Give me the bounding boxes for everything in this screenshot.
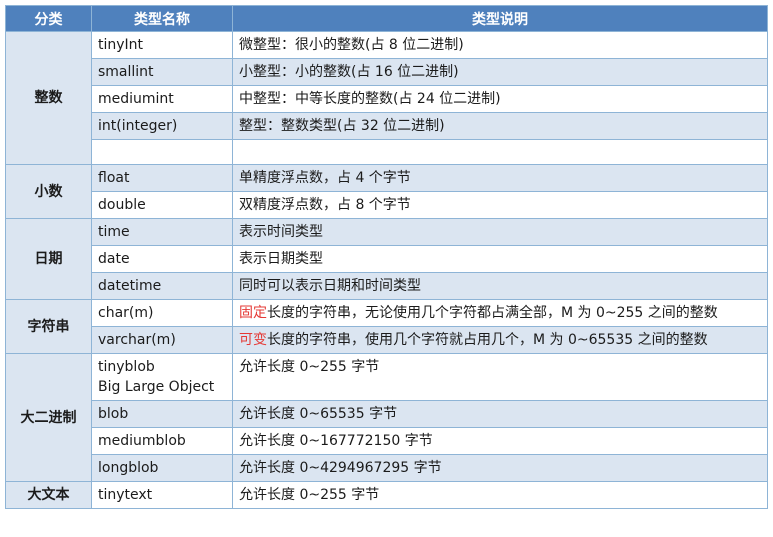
- type-desc: 允许长度 0~4294967295 字节: [232, 454, 768, 482]
- type-name: blob: [91, 400, 233, 428]
- highlight-text: 固定: [239, 305, 267, 321]
- type-desc: 小整型：小的整数(占 16 位二进制): [232, 58, 768, 86]
- table-row: mediumblob 允许长度 0~167772150 字节: [6, 427, 768, 455]
- type-name: time: [91, 218, 233, 246]
- type-desc: 整型：整数类型(占 32 位二进制): [232, 112, 768, 140]
- type-name-line2: Big Large Object: [98, 379, 215, 395]
- category-cell: 字符串: [5, 299, 92, 354]
- type-desc: 表示日期类型: [232, 245, 768, 273]
- table-row: [6, 139, 768, 165]
- type-name: mediumint: [91, 85, 233, 113]
- type-name: smallint: [91, 58, 233, 86]
- table-row: double 双精度浮点数，占 8 个字节: [6, 191, 768, 219]
- type-desc: 双精度浮点数，占 8 个字节: [232, 191, 768, 219]
- table-row: longblob 允许长度 0~4294967295 字节: [6, 454, 768, 482]
- type-desc: 表示时间类型: [232, 218, 768, 246]
- table-row: mediumint 中整型：中等长度的整数(占 24 位二进制): [6, 85, 768, 113]
- type-name: longblob: [91, 454, 233, 482]
- type-desc: [232, 139, 768, 165]
- header-category: 分类: [5, 5, 92, 32]
- table-row: 日期 time 表示时间类型: [5, 218, 768, 300]
- category-cell: 大二进制: [5, 353, 92, 482]
- table-row: 整数 tinyInt 微整型：很小的整数(占 8 位二进制): [5, 31, 768, 165]
- type-desc: 中整型：中等长度的整数(占 24 位二进制): [232, 85, 768, 113]
- table-row: blob 允许长度 0~65535 字节: [6, 400, 768, 428]
- type-desc: 允许长度 0~167772150 字节: [232, 427, 768, 455]
- header-type-desc: 类型说明: [232, 5, 768, 32]
- category-cell: 日期: [5, 218, 92, 300]
- type-name: float: [91, 164, 233, 192]
- type-desc: 微整型：很小的整数(占 8 位二进制): [232, 31, 768, 59]
- type-desc: 同时可以表示日期和时间类型: [232, 272, 768, 300]
- type-desc: 固定长度的字符串，无论使用几个字符都占满全部，M 为 0~255 之间的整数: [232, 299, 768, 327]
- type-desc: 允许长度 0~255 字节: [232, 353, 768, 401]
- type-desc: 允许长度 0~65535 字节: [232, 400, 768, 428]
- type-name: datetime: [91, 272, 233, 300]
- type-name: varchar(m): [91, 326, 233, 354]
- type-name: char(m): [91, 299, 233, 327]
- category-cell: 大文本: [5, 481, 92, 509]
- type-name: mediumblob: [91, 427, 233, 455]
- header-row: 分类 类型名称 类型说明: [5, 5, 768, 32]
- desc-text: 长度的字符串，无论使用几个字符都占满全部，M 为 0~255 之间的整数: [267, 305, 718, 321]
- type-name: tinyblob Big Large Object: [91, 353, 233, 401]
- desc-text: 长度的字符串，使用几个字符就占用几个，M 为 0~65535 之间的整数: [267, 332, 708, 348]
- table-row: smallint 小整型：小的整数(占 16 位二进制): [6, 58, 768, 86]
- type-name-line1: tinyblob: [98, 359, 155, 375]
- table-row: 大文本 tinytext 允许长度 0~255 字节: [5, 481, 768, 509]
- mysql-data-types-table: 分类 类型名称 类型说明 整数 tinyInt 微整型：很小的整数(占 8 位二…: [5, 5, 768, 509]
- type-name: double: [91, 191, 233, 219]
- type-desc: 允许长度 0~255 字节: [232, 481, 768, 509]
- table-row: int(integer) 整型：整数类型(占 32 位二进制): [6, 112, 768, 140]
- table-row: datetime 同时可以表示日期和时间类型: [6, 272, 768, 300]
- type-desc: 可变长度的字符串，使用几个字符就占用几个，M 为 0~65535 之间的整数: [232, 326, 768, 354]
- header-type-name: 类型名称: [91, 5, 233, 32]
- table-row: date 表示日期类型: [6, 245, 768, 273]
- table-row: 字符串 char(m) 固定长度的字符串，无论使用几个字符都占满全部，M 为 0…: [5, 299, 768, 354]
- table-row: 小数 float 单精度浮点数，占 4 个字节: [5, 164, 768, 219]
- type-name: date: [91, 245, 233, 273]
- type-name: int(integer): [91, 112, 233, 140]
- table-row: 大二进制 tinyblob Big Large Object 允许长度 0~255…: [5, 353, 768, 482]
- table-row: varchar(m) 可变长度的字符串，使用几个字符就占用几个，M 为 0~65…: [6, 326, 768, 354]
- type-name: [91, 139, 233, 165]
- type-name: tinyInt: [91, 31, 233, 59]
- type-desc: 单精度浮点数，占 4 个字节: [232, 164, 768, 192]
- type-name: tinytext: [91, 481, 233, 509]
- category-cell: 小数: [5, 164, 92, 219]
- highlight-text: 可变: [239, 332, 267, 348]
- category-cell: 整数: [5, 31, 92, 165]
